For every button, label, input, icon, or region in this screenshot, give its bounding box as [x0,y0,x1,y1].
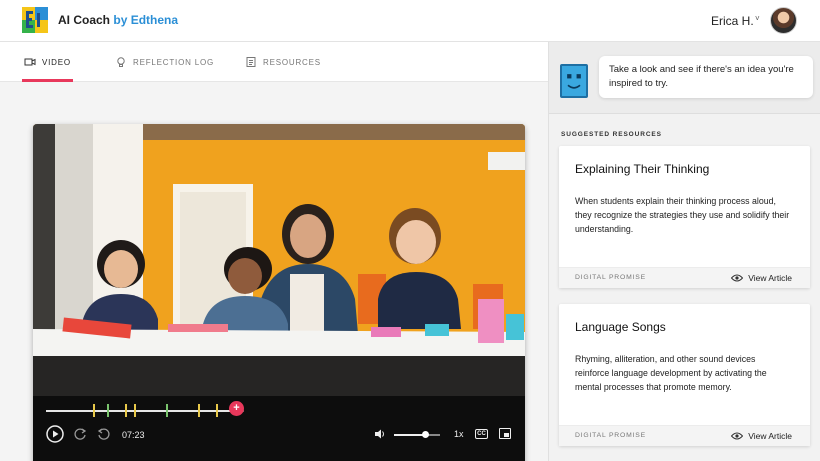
app-title: AI Coach by Edthena [58,13,178,27]
document-icon [246,57,256,67]
comment-marker[interactable] [134,404,136,417]
eye-icon [731,274,744,282]
resource-card: Explaining Their Thinking When students … [559,146,810,288]
view-article-label: View Article [748,431,792,441]
view-article-link[interactable]: View Article [731,431,792,441]
resource-footer: DIGITAL PROMISE View Article [559,425,810,446]
chevron-down-icon[interactable]: ˅ [755,14,760,23]
brand-by-line: by Edthena [113,13,179,27]
resource-source: DIGITAL PROMISE [575,432,646,439]
tab-reflection-log-label: REFLECTION LOG [133,57,214,67]
avatar[interactable] [770,7,797,34]
resource-title: Language Songs [575,320,666,334]
tab-reflection-log[interactable]: REFLECTION LOG [115,42,214,82]
player-controls: + 07:23 1x CC [33,396,525,461]
timeline-played[interactable] [46,410,236,412]
coach-speech-bubble: Take a look and see if there's an idea y… [599,56,813,98]
volume-handle[interactable] [422,431,429,438]
comment-marker[interactable] [125,404,127,417]
coach-message-area: Take a look and see if there's an idea y… [549,42,820,114]
tab-resources[interactable]: RESOURCES [245,42,321,82]
tab-resources-label: RESOURCES [263,57,321,67]
resource-title: Explaining Their Thinking [575,162,710,176]
resource-card: Language Songs Rhyming, alliteration, an… [559,304,810,446]
classroom-video-frame[interactable] [33,124,525,396]
playback-speed-button[interactable]: 1x [454,429,464,439]
top-bar: AI Coach by Edthena Erica H. ˅ [0,0,820,42]
volume-slider[interactable] [394,431,440,438]
forward-10-icon[interactable] [97,427,111,441]
rewind-10-icon[interactable] [73,427,87,441]
view-article-link[interactable]: View Article [731,273,792,283]
brand-name: AI Coach [58,13,111,27]
comment-marker[interactable] [107,404,109,417]
volume-level [394,434,425,436]
comment-marker[interactable] [216,404,218,417]
resource-footer: DIGITAL PROMISE View Article [559,267,810,288]
user-menu[interactable]: Erica H. [711,14,754,28]
captions-button[interactable]: CC [475,429,488,439]
picture-in-picture-icon[interactable] [499,428,511,439]
resource-description: Rhyming, alliteration, and other sound d… [575,354,767,392]
comment-marker[interactable] [93,404,95,417]
view-article-label: View Article [748,273,792,283]
section-heading: SUGGESTED RESOURCES [561,131,662,138]
lightbulb-icon [117,57,125,67]
video-camera-icon [24,58,36,66]
video-player[interactable]: + 07:23 1x CC [33,124,525,461]
coach-panel: Take a look and see if there's an idea y… [548,42,820,461]
comment-marker[interactable] [166,404,168,417]
resource-description: When students explain their thinking pro… [575,196,790,234]
video-panel: VIDEO REFLECTION LOG RESOURCES + 07:23 1… [0,42,548,461]
comment-marker[interactable] [198,404,200,417]
tab-video-label: VIDEO [42,57,71,67]
edthena-logo-icon[interactable] [22,7,48,33]
coach-robot-icon [560,64,588,98]
volume-icon[interactable] [374,428,386,440]
tab-video[interactable]: VIDEO [22,42,73,82]
resource-source: DIGITAL PROMISE [575,274,646,281]
eye-icon [731,432,744,440]
add-comment-button[interactable]: + [229,401,244,416]
current-time: 07:23 [122,430,145,440]
play-icon[interactable] [46,425,64,443]
tab-bar: VIDEO REFLECTION LOG RESOURCES [0,42,548,82]
